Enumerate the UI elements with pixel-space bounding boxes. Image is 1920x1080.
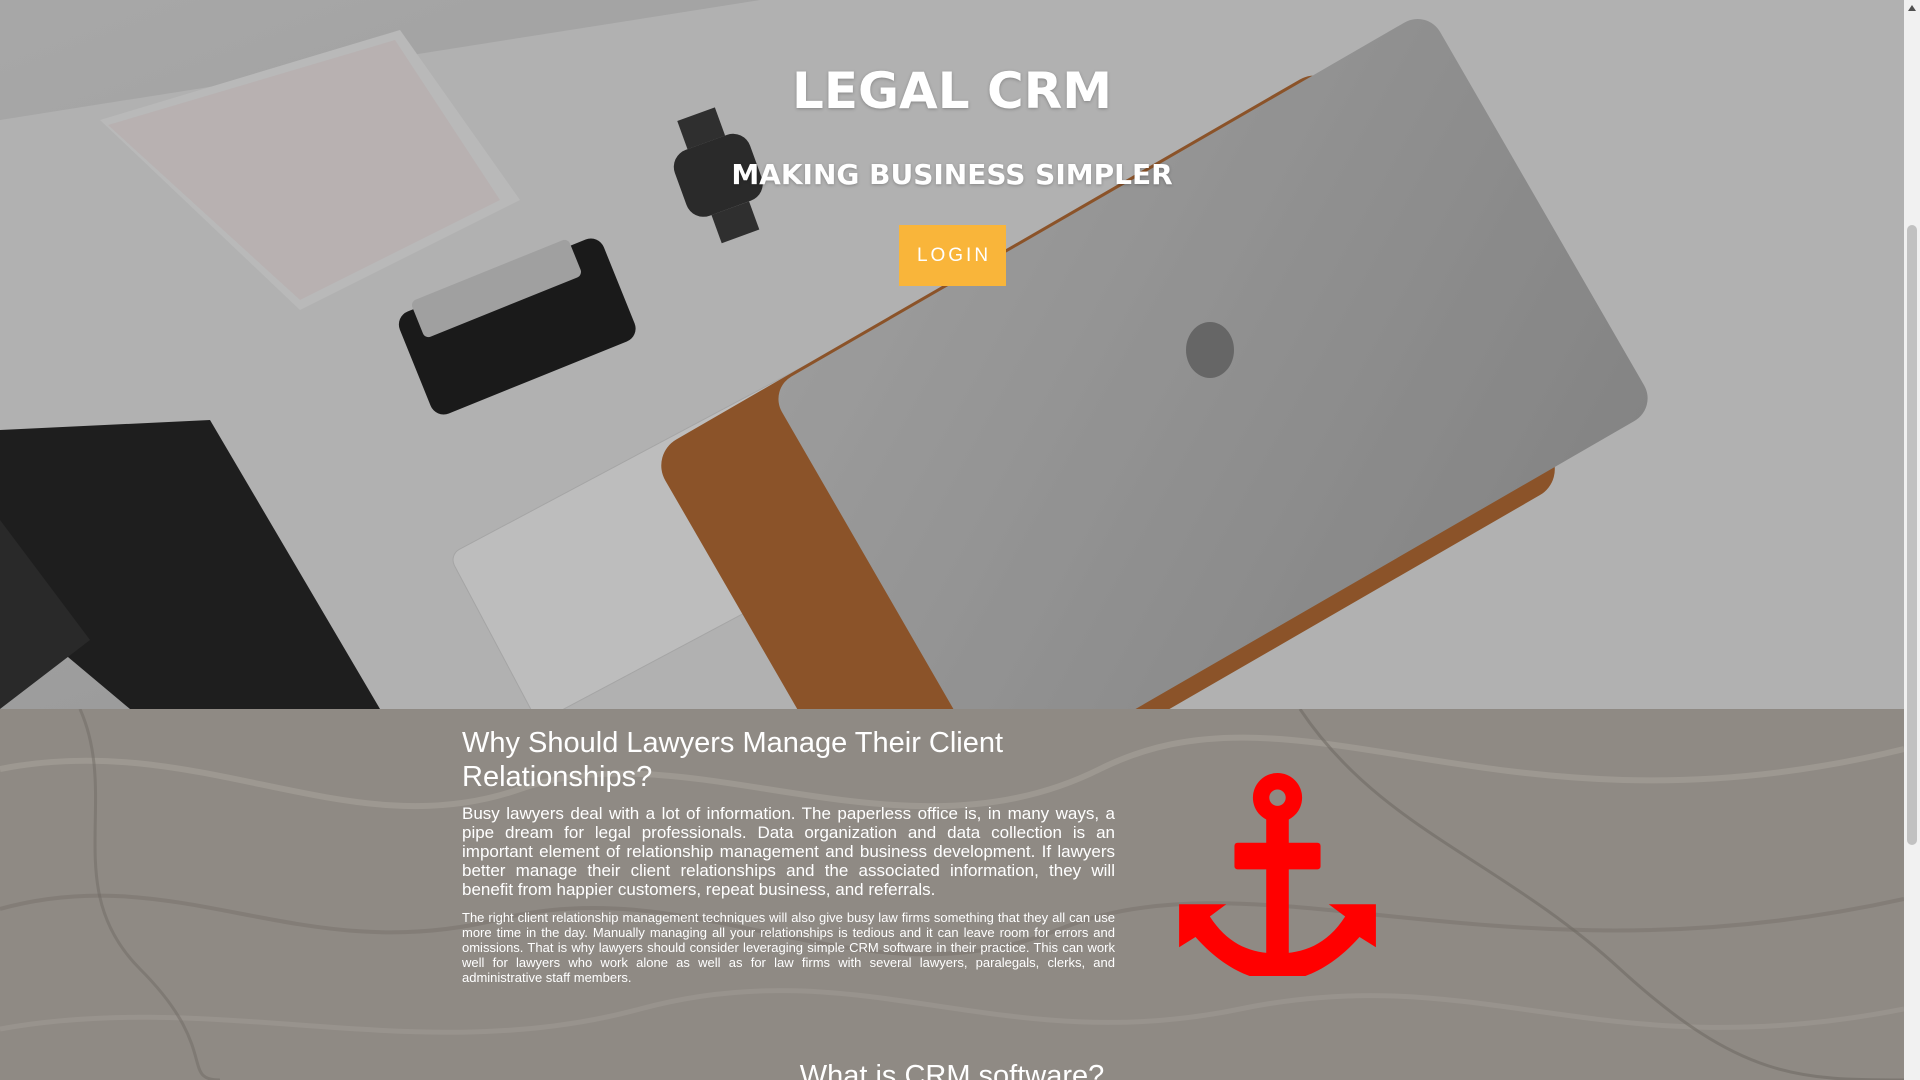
chevron-up-icon [1908, 5, 1916, 11]
why-heading: Why Should Lawyers Manage Their Client R… [462, 727, 1004, 793]
why-paragraph-1: Busy lawyers deal with a lot of informat… [462, 804, 1115, 899]
anchor-icon [1179, 773, 1376, 976]
login-button[interactable]: LOGIN [899, 225, 1006, 286]
hero-section: LEGAL CRM MAKING BUSINESS SIMPLER LOGIN [0, 0, 1904, 709]
page: LEGAL CRM MAKING BUSINESS SIMPLER LOGIN … [0, 0, 1904, 1080]
scroll-up-button[interactable] [1904, 0, 1920, 16]
why-paragraph-2: The right client relationship management… [462, 910, 1115, 985]
hero-subtitle: MAKING BUSINESS SIMPLER [731, 158, 1173, 191]
hero-title: LEGAL CRM [792, 62, 1112, 120]
vertical-scrollbar[interactable] [1904, 0, 1920, 1080]
crm-heading: What is CRM software? [799, 1060, 1105, 1080]
why-section: Why Should Lawyers Manage Their Client R… [0, 709, 1904, 1080]
scroll-thumb[interactable] [1907, 225, 1917, 845]
